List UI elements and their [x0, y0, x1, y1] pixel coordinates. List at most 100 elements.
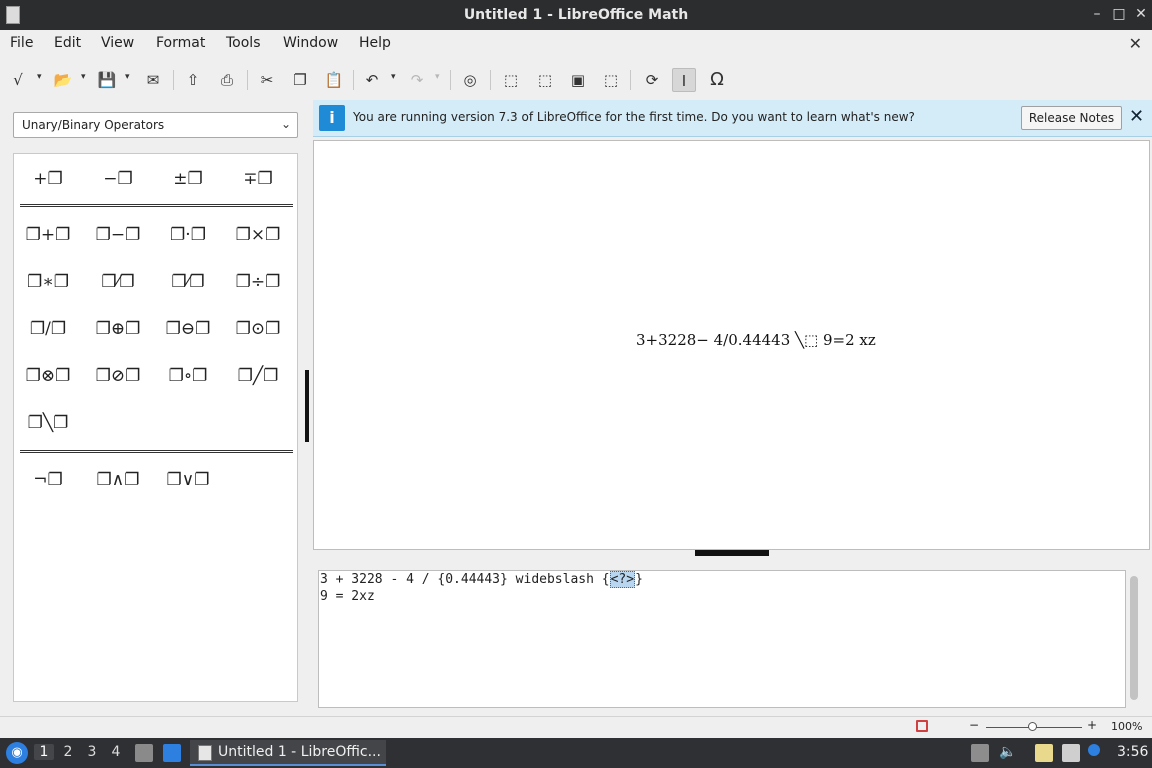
zoom-in-icon[interactable]: ⬚ — [499, 68, 523, 92]
element-plus[interactable]: +❐ — [18, 161, 78, 197]
element-circled-slash[interactable]: ❐⊘❐ — [88, 358, 148, 394]
element-circled-minus[interactable]: ❐⊖❐ — [158, 311, 218, 347]
cut-icon[interactable]: ✂ — [255, 68, 279, 92]
workspace-4[interactable]: 4 — [106, 744, 126, 760]
show-all-icon[interactable]: ▣ — [566, 68, 590, 92]
element-wide-slash[interactable]: ❐╱❐ — [228, 358, 288, 394]
element-add[interactable]: ❐+❐ — [18, 217, 78, 253]
network-icon[interactable] — [1062, 744, 1080, 762]
element-minus[interactable]: −❐ — [88, 161, 148, 197]
editor-text: } — [635, 572, 643, 587]
sidebar-splitter-handle[interactable] — [305, 370, 309, 442]
menu-edit[interactable]: Edit — [54, 35, 81, 51]
volume-icon[interactable]: 🔈 — [999, 744, 1017, 762]
release-notes-button[interactable]: Release Notes — [1021, 106, 1122, 130]
standard-toolbar: √ ▾ 📂 ▾ 💾 ▾ ✉ ⇧ ⎙ ✂ ❐ 📋 ↶ ▾ ↷ ▾ ◎ ⬚ ⬚ ▣ … — [0, 60, 1152, 100]
editor-scrollbar[interactable] — [1127, 570, 1141, 708]
infobar-message: You are running version 7.3 of LibreOffi… — [353, 110, 915, 124]
notes-icon[interactable] — [1035, 744, 1053, 762]
editor-splitter[interactable] — [313, 550, 1150, 556]
close-document-icon[interactable]: ✕ — [1129, 34, 1142, 53]
new-dropdown-icon[interactable]: ▾ — [37, 72, 42, 82]
redo-icon[interactable]: ↷ — [405, 68, 429, 92]
show-desktop-icon[interactable] — [163, 744, 181, 762]
export-icon[interactable]: ✉ — [141, 68, 165, 92]
minimize-button[interactable]: – — [1088, 5, 1106, 23]
element-slash[interactable]: ❐/❐ — [18, 311, 78, 347]
menu-window[interactable]: Window — [283, 35, 338, 51]
file-manager-icon[interactable] — [135, 744, 153, 762]
workspace-3[interactable]: 3 — [82, 744, 102, 760]
menu-help[interactable]: Help — [359, 35, 391, 51]
element-asterisk[interactable]: ❐∗❐ — [18, 264, 78, 300]
notification-icon[interactable] — [1088, 744, 1100, 756]
undo-dropdown-icon[interactable]: ▾ — [391, 72, 396, 82]
workspace-2[interactable]: 2 — [58, 744, 78, 760]
save-dropdown-icon[interactable]: ▾ — [125, 72, 130, 82]
zoom-out-button[interactable]: − — [969, 718, 979, 732]
toolbar-separator — [173, 70, 174, 90]
element-fraction[interactable]: ❐⁄❐ — [88, 264, 148, 300]
element-cdot[interactable]: ❐·❐ — [158, 217, 218, 253]
element-times[interactable]: ❐×❐ — [228, 217, 288, 253]
print-icon[interactable]: ⎙ — [215, 68, 239, 92]
menu-format[interactable]: Format — [156, 35, 205, 51]
update-icon[interactable]: ⟳ — [640, 68, 664, 92]
element-plus-minus[interactable]: ±❐ — [158, 161, 218, 197]
splitter-handle[interactable] — [695, 550, 769, 556]
element-and[interactable]: ❐∧❐ — [88, 462, 148, 498]
elements-separator — [20, 204, 293, 207]
chevron-down-icon: ⌄ — [280, 117, 291, 131]
paste-icon[interactable]: 📋 — [322, 68, 346, 92]
menu-view[interactable]: View — [101, 35, 134, 51]
open-dropdown-icon[interactable]: ▾ — [81, 72, 86, 82]
menu-file[interactable]: File — [10, 35, 33, 51]
maximize-button[interactable]: □ — [1110, 5, 1128, 23]
close-window-button[interactable]: ✕ — [1132, 5, 1150, 23]
export-pdf-icon[interactable]: ⇧ — [181, 68, 205, 92]
toolbar-separator — [247, 70, 248, 90]
elements-grid: +❐ −❐ ±❐ ∓❐ ❐+❐ ❐−❐ ❐·❐ ❐×❐ ❐∗❐ ❐⁄❐ ❐⁄❐ … — [13, 153, 298, 702]
open-icon[interactable]: 📂 — [51, 68, 75, 92]
symbols-icon[interactable]: Ω — [705, 68, 729, 92]
element-circled-plus[interactable]: ❐⊕❐ — [88, 311, 148, 347]
zoom-in-button[interactable]: + — [1087, 718, 1097, 732]
clipboard-icon[interactable] — [971, 744, 989, 762]
menu-bar: File Edit View Format Tools Window Help … — [0, 30, 1152, 58]
element-wide-backslash[interactable]: ❐╲❐ — [18, 405, 78, 441]
copy-icon[interactable]: ❐ — [288, 68, 312, 92]
zoom-100-icon[interactable]: ◎ — [458, 68, 482, 92]
zoom-level[interactable]: 100% — [1111, 720, 1142, 733]
undo-icon[interactable]: ↶ — [360, 68, 384, 92]
clock[interactable]: 3:56 — [1117, 744, 1148, 760]
fit-icon[interactable]: ⬚ — [599, 68, 623, 92]
element-subtract[interactable]: ❐−❐ — [88, 217, 148, 253]
scrollbar-thumb[interactable] — [1130, 576, 1138, 700]
element-circled-times[interactable]: ❐⊗❐ — [18, 358, 78, 394]
element-divide[interactable]: ❐÷❐ — [228, 264, 288, 300]
element-not[interactable]: ¬❐ — [18, 462, 78, 498]
zoom-out-icon[interactable]: ⬚ — [533, 68, 557, 92]
element-or[interactable]: ❐∨❐ — [158, 462, 218, 498]
formula-preview[interactable]: 3+3228− 4/0.44443 ╲⬚ 9=2 xz — [313, 140, 1150, 550]
formula-cursor-toggle-icon[interactable]: I — [672, 68, 696, 92]
close-infobar-icon[interactable]: ✕ — [1129, 106, 1144, 127]
element-wide-fraction[interactable]: ❐⁄❐ — [158, 264, 218, 300]
document-modified-icon — [916, 720, 928, 732]
start-menu-icon[interactable]: ◉ — [6, 742, 28, 764]
taskbar-item-libreoffice[interactable]: Untitled 1 - LibreOffic... — [190, 740, 386, 766]
zoom-slider-knob[interactable] — [1028, 722, 1037, 731]
infobar: i You are running version 7.3 of LibreOf… — [313, 100, 1152, 137]
elements-category-value: Unary/Binary Operators — [22, 118, 165, 132]
formula-cursor-icon[interactable]: √ — [6, 68, 30, 92]
redo-dropdown-icon[interactable]: ▾ — [435, 72, 440, 82]
element-concatenate[interactable]: ❐∘❐ — [158, 358, 218, 394]
element-minus-plus[interactable]: ∓❐ — [228, 161, 288, 197]
save-icon[interactable]: 💾 — [95, 68, 119, 92]
elements-category-select[interactable]: Unary/Binary Operators ⌄ — [13, 112, 298, 138]
element-circled-dot[interactable]: ❐⊙❐ — [228, 311, 288, 347]
workspace-1[interactable]: 1 — [34, 744, 54, 760]
placeholder-selection[interactable]: <?> — [609, 571, 636, 588]
formula-command-editor[interactable]: 3 + 3228 - 4 / {0.44443} widebslash {<?>… — [318, 570, 1126, 708]
menu-tools[interactable]: Tools — [226, 35, 261, 51]
